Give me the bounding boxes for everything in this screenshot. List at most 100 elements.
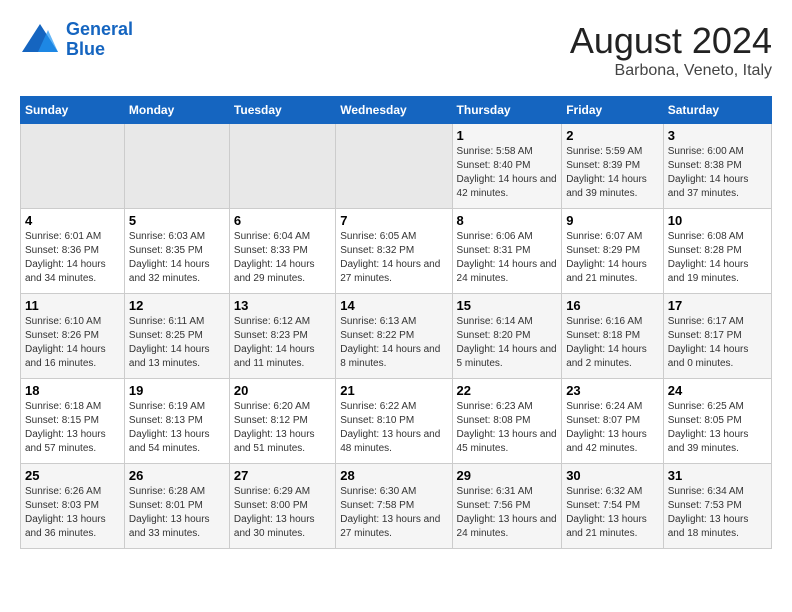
weekday-wednesday: Wednesday — [336, 97, 452, 124]
day-info: Sunrise: 6:25 AMSunset: 8:05 PMDaylight:… — [668, 401, 749, 454]
day-number: 30 — [566, 468, 659, 483]
calendar-cell: 24 Sunrise: 6:25 AMSunset: 8:05 PMDaylig… — [663, 379, 771, 464]
day-number: 8 — [457, 213, 558, 228]
day-info: Sunrise: 6:19 AMSunset: 8:13 PMDaylight:… — [129, 401, 210, 454]
day-info: Sunrise: 6:10 AMSunset: 8:26 PMDaylight:… — [25, 316, 106, 369]
day-number: 20 — [234, 383, 331, 398]
calendar-cell: 17 Sunrise: 6:17 AMSunset: 8:17 PMDaylig… — [663, 294, 771, 379]
calendar-week-3: 11 Sunrise: 6:10 AMSunset: 8:26 PMDaylig… — [21, 294, 772, 379]
day-number: 17 — [668, 298, 767, 313]
calendar-cell: 11 Sunrise: 6:10 AMSunset: 8:26 PMDaylig… — [21, 294, 125, 379]
day-info: Sunrise: 5:59 AMSunset: 8:39 PMDaylight:… — [566, 146, 647, 199]
day-number: 28 — [340, 468, 447, 483]
day-info: Sunrise: 6:13 AMSunset: 8:22 PMDaylight:… — [340, 316, 440, 369]
subtitle: Barbona, Veneto, Italy — [570, 62, 772, 80]
calendar-cell: 23 Sunrise: 6:24 AMSunset: 8:07 PMDaylig… — [562, 379, 664, 464]
day-number: 13 — [234, 298, 331, 313]
day-number: 6 — [234, 213, 331, 228]
weekday-monday: Monday — [124, 97, 229, 124]
weekday-saturday: Saturday — [663, 97, 771, 124]
day-info: Sunrise: 6:30 AMSunset: 7:58 PMDaylight:… — [340, 486, 440, 539]
day-info: Sunrise: 6:34 AMSunset: 7:53 PMDaylight:… — [668, 486, 749, 539]
day-number: 19 — [129, 383, 225, 398]
day-info: Sunrise: 6:28 AMSunset: 8:01 PMDaylight:… — [129, 486, 210, 539]
calendar-body: 1 Sunrise: 5:58 AMSunset: 8:40 PMDayligh… — [21, 124, 772, 549]
day-info: Sunrise: 6:14 AMSunset: 8:20 PMDaylight:… — [457, 316, 557, 369]
calendar-cell: 10 Sunrise: 6:08 AMSunset: 8:28 PMDaylig… — [663, 209, 771, 294]
day-number: 3 — [668, 128, 767, 143]
day-number: 16 — [566, 298, 659, 313]
calendar-cell: 29 Sunrise: 6:31 AMSunset: 7:56 PMDaylig… — [452, 464, 562, 549]
day-number: 22 — [457, 383, 558, 398]
weekday-thursday: Thursday — [452, 97, 562, 124]
day-number: 23 — [566, 383, 659, 398]
calendar-cell: 22 Sunrise: 6:23 AMSunset: 8:08 PMDaylig… — [452, 379, 562, 464]
day-number: 14 — [340, 298, 447, 313]
calendar-cell: 13 Sunrise: 6:12 AMSunset: 8:23 PMDaylig… — [229, 294, 335, 379]
day-info: Sunrise: 6:06 AMSunset: 8:31 PMDaylight:… — [457, 231, 557, 284]
calendar-table: SundayMondayTuesdayWednesdayThursdayFrid… — [20, 96, 772, 549]
calendar-header: SundayMondayTuesdayWednesdayThursdayFrid… — [21, 97, 772, 124]
day-number: 2 — [566, 128, 659, 143]
calendar-cell: 9 Sunrise: 6:07 AMSunset: 8:29 PMDayligh… — [562, 209, 664, 294]
day-number: 15 — [457, 298, 558, 313]
day-number: 27 — [234, 468, 331, 483]
day-number: 29 — [457, 468, 558, 483]
calendar-cell: 3 Sunrise: 6:00 AMSunset: 8:38 PMDayligh… — [663, 124, 771, 209]
day-info: Sunrise: 6:24 AMSunset: 8:07 PMDaylight:… — [566, 401, 647, 454]
calendar-cell: 30 Sunrise: 6:32 AMSunset: 7:54 PMDaylig… — [562, 464, 664, 549]
calendar-cell — [229, 124, 335, 209]
calendar-cell: 16 Sunrise: 6:16 AMSunset: 8:18 PMDaylig… — [562, 294, 664, 379]
day-info: Sunrise: 6:01 AMSunset: 8:36 PMDaylight:… — [25, 231, 106, 284]
calendar-cell: 18 Sunrise: 6:18 AMSunset: 8:15 PMDaylig… — [21, 379, 125, 464]
day-info: Sunrise: 6:22 AMSunset: 8:10 PMDaylight:… — [340, 401, 440, 454]
day-number: 9 — [566, 213, 659, 228]
day-info: Sunrise: 6:07 AMSunset: 8:29 PMDaylight:… — [566, 231, 647, 284]
calendar-cell: 8 Sunrise: 6:06 AMSunset: 8:31 PMDayligh… — [452, 209, 562, 294]
page-header: General Blue August 2024 Barbona, Veneto… — [20, 20, 772, 80]
logo-line2: Blue — [66, 39, 105, 59]
day-info: Sunrise: 6:23 AMSunset: 8:08 PMDaylight:… — [457, 401, 557, 454]
calendar-cell: 1 Sunrise: 5:58 AMSunset: 8:40 PMDayligh… — [452, 124, 562, 209]
day-number: 21 — [340, 383, 447, 398]
calendar-week-2: 4 Sunrise: 6:01 AMSunset: 8:36 PMDayligh… — [21, 209, 772, 294]
calendar-cell: 31 Sunrise: 6:34 AMSunset: 7:53 PMDaylig… — [663, 464, 771, 549]
calendar-week-5: 25 Sunrise: 6:26 AMSunset: 8:03 PMDaylig… — [21, 464, 772, 549]
weekday-sunday: Sunday — [21, 97, 125, 124]
calendar-cell: 4 Sunrise: 6:01 AMSunset: 8:36 PMDayligh… — [21, 209, 125, 294]
calendar-week-4: 18 Sunrise: 6:18 AMSunset: 8:15 PMDaylig… — [21, 379, 772, 464]
day-info: Sunrise: 6:17 AMSunset: 8:17 PMDaylight:… — [668, 316, 749, 369]
day-number: 1 — [457, 128, 558, 143]
day-info: Sunrise: 6:12 AMSunset: 8:23 PMDaylight:… — [234, 316, 315, 369]
title-block: August 2024 Barbona, Veneto, Italy — [570, 20, 772, 80]
weekday-friday: Friday — [562, 97, 664, 124]
calendar-cell: 21 Sunrise: 6:22 AMSunset: 8:10 PMDaylig… — [336, 379, 452, 464]
logo-line1: General — [66, 19, 133, 39]
logo: General Blue — [20, 20, 133, 60]
calendar-cell: 20 Sunrise: 6:20 AMSunset: 8:12 PMDaylig… — [229, 379, 335, 464]
calendar-cell: 15 Sunrise: 6:14 AMSunset: 8:20 PMDaylig… — [452, 294, 562, 379]
day-info: Sunrise: 6:08 AMSunset: 8:28 PMDaylight:… — [668, 231, 749, 284]
day-number: 7 — [340, 213, 447, 228]
calendar-cell: 26 Sunrise: 6:28 AMSunset: 8:01 PMDaylig… — [124, 464, 229, 549]
day-number: 12 — [129, 298, 225, 313]
weekday-header-row: SundayMondayTuesdayWednesdayThursdayFrid… — [21, 97, 772, 124]
weekday-tuesday: Tuesday — [229, 97, 335, 124]
day-number: 26 — [129, 468, 225, 483]
day-info: Sunrise: 6:03 AMSunset: 8:35 PMDaylight:… — [129, 231, 210, 284]
day-info: Sunrise: 6:18 AMSunset: 8:15 PMDaylight:… — [25, 401, 106, 454]
day-number: 5 — [129, 213, 225, 228]
main-title: August 2024 — [570, 20, 772, 62]
calendar-cell: 2 Sunrise: 5:59 AMSunset: 8:39 PMDayligh… — [562, 124, 664, 209]
calendar-cell: 6 Sunrise: 6:04 AMSunset: 8:33 PMDayligh… — [229, 209, 335, 294]
day-info: Sunrise: 6:05 AMSunset: 8:32 PMDaylight:… — [340, 231, 440, 284]
calendar-cell: 5 Sunrise: 6:03 AMSunset: 8:35 PMDayligh… — [124, 209, 229, 294]
calendar-cell: 14 Sunrise: 6:13 AMSunset: 8:22 PMDaylig… — [336, 294, 452, 379]
day-info: Sunrise: 6:29 AMSunset: 8:00 PMDaylight:… — [234, 486, 315, 539]
calendar-cell: 19 Sunrise: 6:19 AMSunset: 8:13 PMDaylig… — [124, 379, 229, 464]
calendar-cell: 7 Sunrise: 6:05 AMSunset: 8:32 PMDayligh… — [336, 209, 452, 294]
calendar-cell — [336, 124, 452, 209]
day-info: Sunrise: 6:00 AMSunset: 8:38 PMDaylight:… — [668, 146, 749, 199]
logo-text: General Blue — [66, 20, 133, 60]
day-info: Sunrise: 6:32 AMSunset: 7:54 PMDaylight:… — [566, 486, 647, 539]
